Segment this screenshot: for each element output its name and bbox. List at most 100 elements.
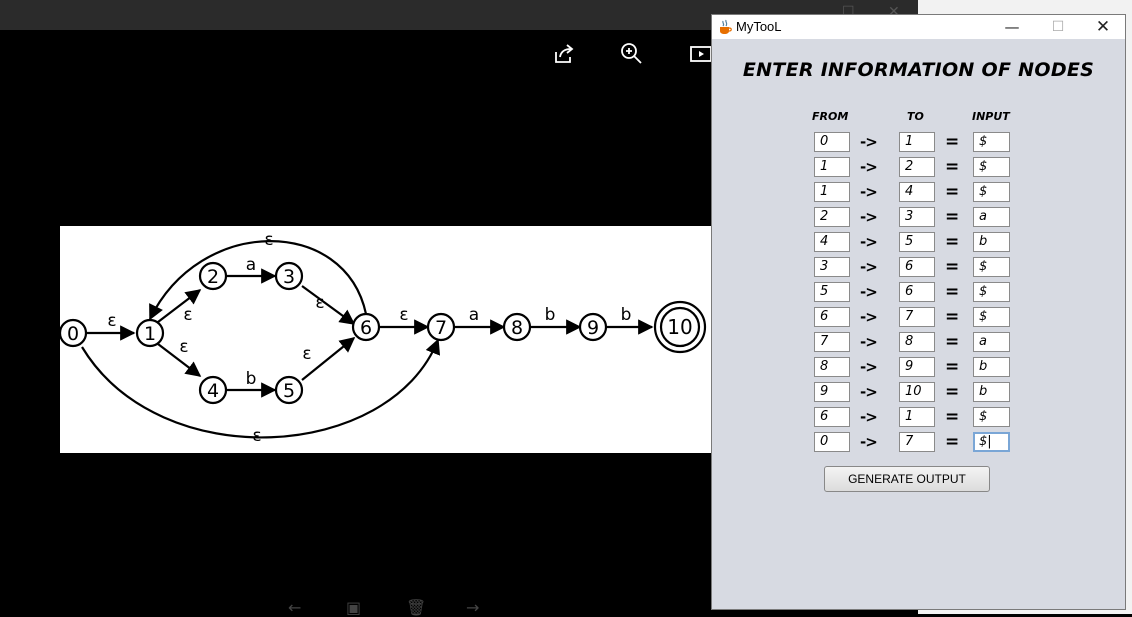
transition-row: 7 -> 8 = a [712, 332, 1125, 354]
input-field[interactable]: $ [973, 407, 1010, 427]
state-label: 1 [144, 323, 156, 345]
equals-symbol: = [945, 282, 960, 302]
edge-label: b [246, 369, 257, 389]
save-icon[interactable]: ▣ [346, 598, 361, 617]
arrow-symbol: -> [860, 358, 878, 376]
to-field[interactable]: 7 [899, 432, 935, 452]
input-field[interactable]: b [973, 232, 1010, 252]
input-field[interactable]: a [973, 207, 1010, 227]
close-button[interactable]: ✕ [1081, 15, 1125, 39]
state-node-5: 5 [274, 375, 304, 405]
zoom-in-icon[interactable] [618, 40, 646, 68]
input-field[interactable]: $ [973, 307, 1010, 327]
state-label: 4 [207, 380, 219, 402]
to-field[interactable]: 2 [899, 157, 935, 177]
transition-row: 8 -> 9 = b [712, 357, 1125, 379]
back-icon[interactable]: ← [288, 598, 301, 617]
transition-row: 4 -> 5 = b [712, 232, 1125, 254]
to-field[interactable]: 1 [899, 132, 935, 152]
transition-row: 6 -> 7 = $ [712, 307, 1125, 329]
arrow-symbol: -> [860, 433, 878, 451]
transition-row: 1 -> 4 = $ [712, 182, 1125, 204]
arrow-symbol: -> [860, 183, 878, 201]
forward-icon[interactable]: → [466, 598, 479, 617]
state-node-3: 3 [274, 261, 304, 291]
to-field[interactable]: 1 [899, 407, 935, 427]
state-node-6: 6 [351, 312, 381, 342]
state-label: 5 [283, 380, 295, 402]
from-field[interactable]: 9 [814, 382, 850, 402]
app-titlebar: MyTooL — ☐ ✕ [712, 15, 1125, 39]
from-field[interactable]: 5 [814, 282, 850, 302]
state-node-4: 4 [198, 375, 228, 405]
transition-row: 1 -> 2 = $ [712, 157, 1125, 179]
state-node-2: 2 [198, 261, 228, 291]
minimize-button[interactable]: — [990, 15, 1034, 39]
from-field[interactable]: 4 [814, 232, 850, 252]
java-cup-icon [720, 19, 732, 34]
input-field[interactable]: $ [973, 282, 1010, 302]
column-header-to: TO [907, 110, 924, 123]
input-field[interactable]: $ [973, 157, 1010, 177]
state-label: 3 [283, 266, 295, 288]
input-field[interactable]: a [973, 332, 1010, 352]
input-field[interactable]: b [973, 357, 1010, 377]
edge-label: a [469, 305, 479, 325]
equals-symbol: = [945, 432, 960, 452]
to-field[interactable]: 6 [899, 257, 935, 277]
delete-icon[interactable]: 🗑 [406, 598, 426, 617]
equals-symbol: = [945, 382, 960, 402]
transition-row: 0 -> 1 = $ [712, 132, 1125, 154]
edge-label: ε [107, 311, 116, 331]
transition-row: 2 -> 3 = a [712, 207, 1125, 229]
to-field[interactable]: 6 [899, 282, 935, 302]
to-field[interactable]: 4 [899, 182, 935, 202]
arrow-symbol: -> [860, 283, 878, 301]
equals-symbol: = [945, 207, 960, 227]
transition-row: 6 -> 1 = $ [712, 407, 1125, 429]
edge-3-6 [301, 285, 356, 325]
edge-label: ε [252, 426, 261, 446]
arrow-symbol: -> [860, 258, 878, 276]
from-field[interactable]: 3 [814, 257, 850, 277]
input-field[interactable]: $ [973, 182, 1010, 202]
from-field[interactable]: 0 [814, 432, 850, 452]
equals-symbol: = [945, 307, 960, 327]
page-title: ENTER INFORMATION OF NODES [742, 59, 1095, 81]
to-field[interactable]: 5 [899, 232, 935, 252]
maximize-button[interactable]: ☐ [1036, 15, 1080, 39]
state-label: 8 [511, 317, 523, 339]
to-field[interactable]: 8 [899, 332, 935, 352]
column-header-from: FROM [812, 110, 849, 123]
from-field[interactable]: 1 [814, 182, 850, 202]
input-field[interactable]: $ [973, 132, 1010, 152]
arrow-symbol: -> [860, 133, 878, 151]
state-node-7: 7 [426, 312, 456, 342]
from-field[interactable]: 0 [814, 132, 850, 152]
to-field[interactable]: 7 [899, 307, 935, 327]
from-field[interactable]: 2 [814, 207, 850, 227]
from-field[interactable]: 7 [814, 332, 850, 352]
equals-symbol: = [945, 232, 960, 252]
window-title: MyTooL [736, 19, 782, 34]
nfa-diagram-image: ε ε ε a b ε ε ε a b b ε ε 0 1 2 3 4 5 6 7 8 9 10 [60, 226, 712, 453]
arrow-symbol: -> [860, 158, 878, 176]
state-label: 2 [207, 266, 219, 288]
equals-symbol: = [945, 407, 960, 427]
share-icon[interactable] [550, 40, 578, 68]
from-field[interactable]: 8 [814, 357, 850, 377]
to-field[interactable]: 10 [899, 382, 935, 402]
arrow-symbol: -> [860, 208, 878, 226]
input-field[interactable]: $ [973, 257, 1010, 277]
input-field[interactable]: b [973, 382, 1010, 402]
from-field[interactable]: 1 [814, 157, 850, 177]
generate-output-button[interactable]: GENERATE OUTPUT [824, 466, 990, 492]
input-field[interactable]: $| [973, 432, 1010, 452]
state-node-9: 9 [578, 312, 608, 342]
from-field[interactable]: 6 [814, 307, 850, 327]
to-field[interactable]: 3 [899, 207, 935, 227]
edge-label: ε [183, 305, 192, 325]
arrow-symbol: -> [860, 308, 878, 326]
to-field[interactable]: 9 [899, 357, 935, 377]
from-field[interactable]: 6 [814, 407, 850, 427]
